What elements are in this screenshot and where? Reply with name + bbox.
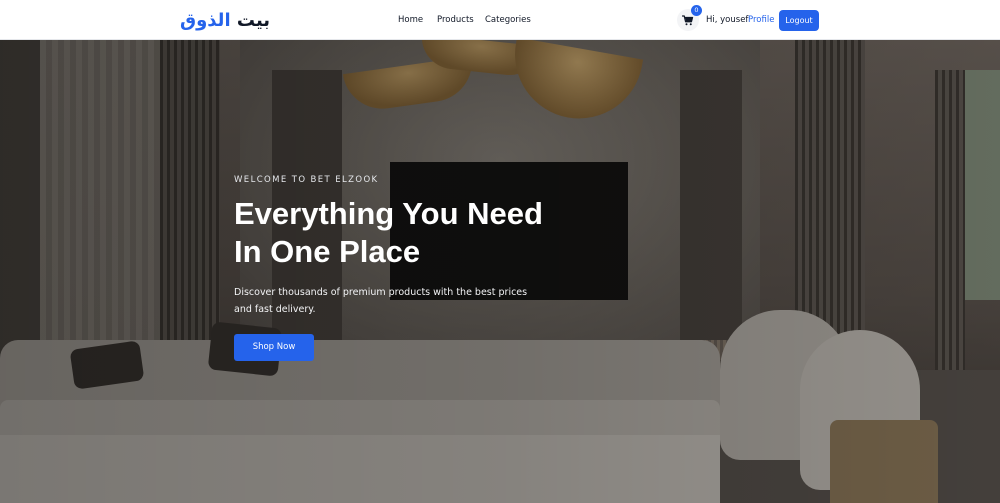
hero-subtext: Discover thousands of premium products w…	[234, 284, 534, 318]
cart-button[interactable]: 0	[677, 5, 702, 31]
hero-section: WELCOME TO BET ELZOOK Everything You Nee…	[0, 40, 1000, 503]
nav-link-products[interactable]: Products	[437, 13, 474, 27]
profile-link[interactable]: Profile	[748, 14, 774, 26]
logo-word-1: بيت	[236, 10, 271, 31]
brand-logo[interactable]: بيت الذوق	[180, 8, 270, 34]
shopping-cart-icon	[682, 15, 694, 26]
hero-subtext-line-2: and fast delivery.	[234, 304, 316, 315]
cart-count-badge: 0	[691, 5, 702, 16]
hero-headline-line-1: Everything You Need	[234, 196, 543, 231]
navbar: بيت الذوق Home Products Categories 0 Hi,…	[0, 0, 1000, 40]
nav-link-home[interactable]: Home	[398, 13, 423, 27]
shop-now-button[interactable]: Shop Now	[234, 334, 314, 361]
nav-link-categories[interactable]: Categories	[485, 13, 531, 27]
logout-button[interactable]: Logout	[779, 10, 819, 31]
hero-headline: Everything You Need In One Place	[234, 195, 614, 271]
hero-headline-line-2: In One Place	[234, 234, 421, 269]
hero-eyebrow: WELCOME TO BET ELZOOK	[234, 175, 379, 185]
user-greeting: Hi, yousef	[706, 15, 749, 25]
hero-subtext-line-1: Discover thousands of premium products w…	[234, 287, 528, 298]
logo-word-2: الذوق	[180, 10, 231, 31]
